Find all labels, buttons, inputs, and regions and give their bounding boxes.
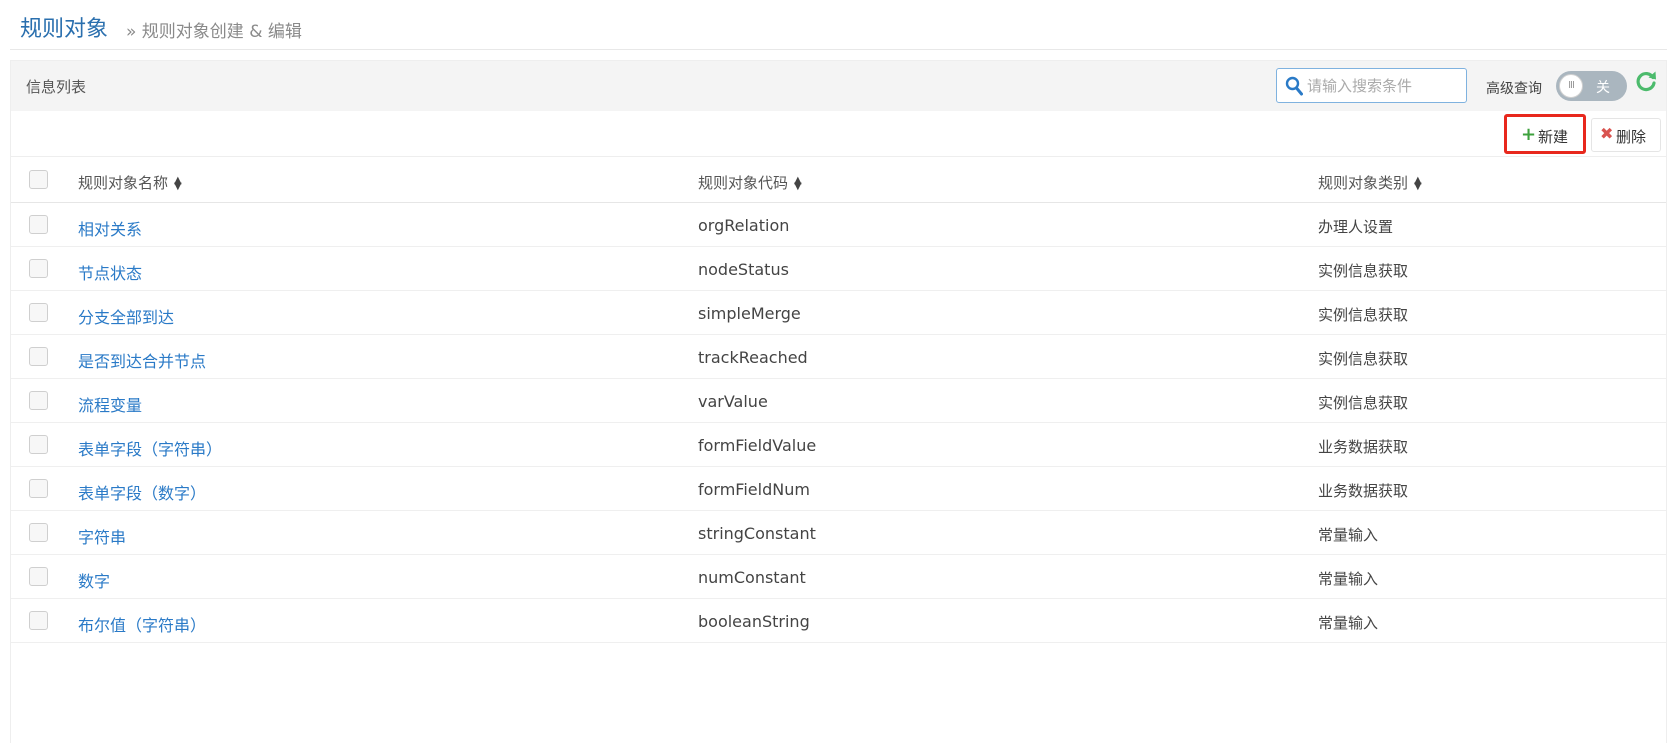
rule-object-category: 实例信息获取 [1318, 394, 1409, 412]
rule-object-name-link[interactable]: 字符串 [78, 524, 126, 548]
rule-object-code: formFieldNum [698, 480, 810, 499]
new-button-label: 新建 [1538, 128, 1569, 146]
row-checkbox[interactable] [29, 215, 48, 234]
rule-object-category: 业务数据获取 [1318, 482, 1409, 500]
select-all-checkbox[interactable] [29, 170, 48, 189]
advanced-query-label: 高级查询 [1486, 81, 1542, 97]
table-row: 是否到达合并节点 trackReached 实例信息获取 [11, 335, 1666, 379]
row-checkbox[interactable] [29, 567, 48, 586]
toggle-state-label: 关 [1596, 80, 1610, 96]
rule-object-name-link[interactable]: 表单字段（数字） [78, 480, 206, 504]
column-header-name[interactable]: 规则对象名称 ▲ ▼ [78, 172, 182, 193]
rule-object-category: 实例信息获取 [1318, 350, 1409, 368]
page-header: 规则对象 » 规则对象创建 & 编辑 [10, 0, 1667, 50]
table-row: 流程变量 varValue 实例信息获取 [11, 379, 1666, 423]
toolbar: + 新建 ✖ 删除 [11, 111, 1666, 157]
rule-object-category: 实例信息获取 [1318, 306, 1409, 324]
table-row: 布尔值（字符串） booleanString 常量输入 [11, 599, 1666, 643]
rule-object-category: 常量输入 [1318, 570, 1379, 588]
row-checkbox[interactable] [29, 435, 48, 454]
delete-button[interactable]: ✖ 删除 [1591, 118, 1661, 152]
sort-icon: ▲ ▼ [1414, 174, 1422, 192]
rule-object-code: trackReached [698, 348, 808, 367]
rule-object-category: 实例信息获取 [1318, 262, 1409, 280]
advanced-query-toggle[interactable]: III 关 [1556, 71, 1627, 101]
table-row: 数字 numConstant 常量输入 [11, 555, 1666, 599]
table-header-row: 规则对象名称 ▲ ▼ 规则对象代码 ▲ ▼ 规则对象类别 ▲ ▼ [11, 158, 1666, 203]
info-list-panel: 信息列表 高级查询 III 关 + 新建 ✖ 删除 [10, 60, 1667, 743]
rule-object-name-link[interactable]: 数字 [78, 568, 110, 592]
rule-object-table: 规则对象名称 ▲ ▼ 规则对象代码 ▲ ▼ 规则对象类别 ▲ ▼ 相对关系 orgRelat… [11, 158, 1666, 643]
plus-icon: + [1521, 124, 1537, 145]
row-checkbox[interactable] [29, 523, 48, 542]
search-icon [1285, 76, 1303, 96]
table-row: 分支全部到达 simpleMerge 实例信息获取 [11, 291, 1666, 335]
delete-icon: ✖ [1600, 124, 1614, 143]
rule-object-code: booleanString [698, 612, 810, 631]
search-box[interactable] [1276, 68, 1467, 103]
table-row: 表单字段（数字） formFieldNum 业务数据获取 [11, 467, 1666, 511]
rule-object-name-link[interactable]: 节点状态 [78, 260, 142, 284]
rule-object-code: orgRelation [698, 216, 790, 235]
panel-header: 信息列表 高级查询 III 关 [11, 61, 1666, 111]
row-checkbox[interactable] [29, 259, 48, 278]
search-input[interactable] [1307, 73, 1462, 99]
rule-object-category: 业务数据获取 [1318, 438, 1409, 456]
column-header-category[interactable]: 规则对象类别 ▲ ▼ [1318, 172, 1422, 193]
rule-object-name-link[interactable]: 布尔值（字符串） [78, 612, 206, 636]
delete-button-label: 删除 [1616, 128, 1647, 146]
rule-object-code: nodeStatus [698, 260, 789, 279]
rule-object-category: 常量输入 [1318, 614, 1379, 632]
rule-object-name-link[interactable]: 相对关系 [78, 216, 142, 240]
column-header-code[interactable]: 规则对象代码 ▲ ▼ [698, 172, 802, 193]
rule-object-name-link[interactable]: 流程变量 [78, 392, 142, 416]
rule-object-code: stringConstant [698, 524, 816, 543]
refresh-icon[interactable] [1634, 69, 1658, 93]
page-title: 规则对象 [20, 17, 109, 42]
table-row: 节点状态 nodeStatus 实例信息获取 [11, 247, 1666, 291]
sort-icon: ▲ ▼ [174, 174, 182, 192]
rule-object-code: simpleMerge [698, 304, 801, 323]
toggle-knob: III [1559, 74, 1583, 98]
sort-icon: ▲ ▼ [794, 174, 802, 192]
rule-object-category: 办理人设置 [1318, 218, 1394, 236]
rule-object-code: formFieldValue [698, 436, 817, 455]
new-button[interactable]: + 新建 [1504, 114, 1586, 154]
table-row: 表单字段（字符串） formFieldValue 业务数据获取 [11, 423, 1666, 467]
panel-title: 信息列表 [26, 78, 87, 96]
table-row: 相对关系 orgRelation 办理人设置 [11, 203, 1666, 247]
rule-object-name-link[interactable]: 表单字段（字符串） [78, 436, 222, 460]
rule-object-name-link[interactable]: 是否到达合并节点 [78, 348, 206, 372]
page-subtitle: » 规则对象创建 & 编辑 [126, 22, 302, 42]
row-checkbox[interactable] [29, 303, 48, 322]
rule-object-code: numConstant [698, 568, 806, 587]
row-checkbox[interactable] [29, 611, 48, 630]
rule-object-name-link[interactable]: 分支全部到达 [78, 304, 174, 328]
row-checkbox[interactable] [29, 391, 48, 410]
row-checkbox[interactable] [29, 479, 48, 498]
rule-object-code: varValue [698, 392, 768, 411]
table-row: 字符串 stringConstant 常量输入 [11, 511, 1666, 555]
row-checkbox[interactable] [29, 347, 48, 366]
rule-object-category: 常量输入 [1318, 526, 1379, 544]
